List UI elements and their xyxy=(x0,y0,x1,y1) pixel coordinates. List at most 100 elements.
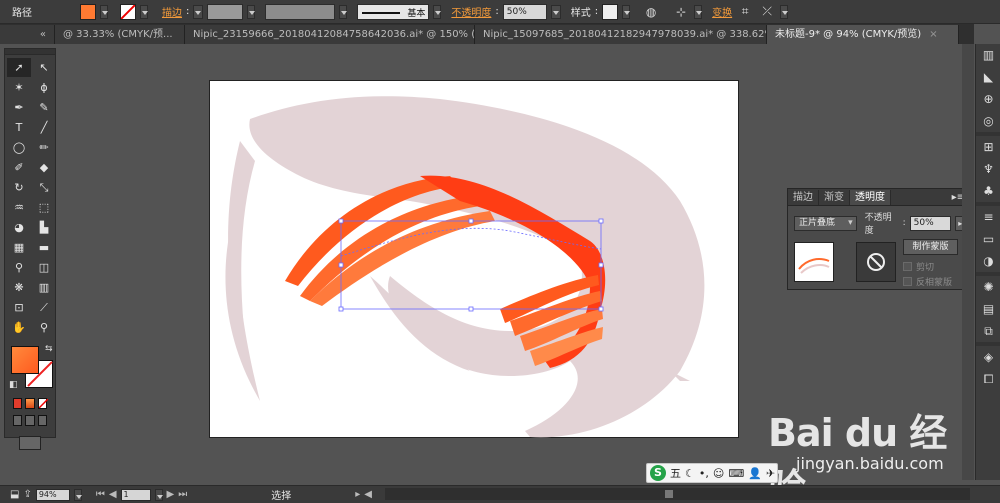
variable-width-profile[interactable] xyxy=(265,3,336,20)
next-artboard-icon[interactable]: ▶ xyxy=(167,489,175,500)
free-transform-tool-icon[interactable]: ⬚ xyxy=(32,198,56,217)
make-mask-button[interactable]: 制作蒙版 xyxy=(903,239,958,255)
eyedropper-tool-icon[interactable]: ⚲ xyxy=(7,258,31,277)
clip-checkbox[interactable]: 剪切 xyxy=(903,260,934,273)
direct-selection-tool-icon[interactable]: ↖ xyxy=(32,58,56,77)
view-icon[interactable]: ⬓ xyxy=(10,489,19,500)
first-artboard-icon[interactable]: ⏮ xyxy=(96,489,105,500)
lasso-tool-icon[interactable]: ϕ xyxy=(32,78,56,97)
graphic-style-swatch[interactable] xyxy=(602,3,619,20)
fill-color-swatch[interactable] xyxy=(80,3,96,20)
column-graph-tool-icon[interactable]: ▥ xyxy=(32,278,56,297)
stroke-dropdown[interactable] xyxy=(140,4,148,19)
curvature-tool-icon[interactable]: ✎ xyxy=(32,98,56,117)
pen-tool-icon[interactable]: ✒ xyxy=(7,98,31,117)
blend-tool-icon[interactable]: ◫ xyxy=(32,258,56,277)
artboard[interactable] xyxy=(210,81,738,438)
magic-wand-tool-icon[interactable]: ✶ xyxy=(7,78,31,97)
keyboard-icon[interactable]: ⌨ xyxy=(728,467,744,480)
draw-inside-icon[interactable] xyxy=(37,415,47,426)
moon-icon[interactable]: ☾ xyxy=(685,467,695,480)
ime-mode[interactable]: 五 xyxy=(670,465,681,481)
hand-tool-icon[interactable]: ✋ xyxy=(7,318,31,337)
pencil-tool-icon[interactable]: ✐ xyxy=(7,158,31,177)
opacity-dropdown[interactable] xyxy=(550,4,561,19)
tab-gradient[interactable]: 渐变 xyxy=(819,190,850,205)
default-colors-icon[interactable]: ◧ xyxy=(9,380,18,390)
scale-tool-icon[interactable]: ⤡ xyxy=(32,178,56,197)
align-dropdown[interactable] xyxy=(694,4,703,19)
color-guide-icon[interactable]: ◣ xyxy=(976,66,1000,88)
appearance-panel-icon[interactable]: ◎ xyxy=(976,110,1000,132)
none-mode-button[interactable] xyxy=(37,398,48,409)
blend-mode-select[interactable]: 正片叠底 xyxy=(794,215,857,231)
type-tool-icon[interactable]: T xyxy=(7,118,31,137)
prev-artboard-icon[interactable]: ◀ xyxy=(109,489,117,500)
paintbrush-tool-icon[interactable]: ✏ xyxy=(32,138,56,157)
zoom-dropdown[interactable] xyxy=(73,488,82,501)
close-icon[interactable]: × xyxy=(929,29,937,40)
tab-scroll-left[interactable]: « xyxy=(0,25,55,44)
opacity-input[interactable]: 50% xyxy=(909,215,952,231)
export-icon[interactable]: ⇪ xyxy=(23,489,31,500)
profile-dropdown[interactable] xyxy=(339,4,348,19)
document-tab-4[interactable]: 未标题-9* @ 94% (CMYK/预览) × xyxy=(767,25,959,44)
stroke-weight-dropdown[interactable] xyxy=(247,4,256,19)
gradient-tool-icon[interactable]: ▬ xyxy=(32,238,56,257)
perspective-grid-tool-icon[interactable]: ▙ xyxy=(32,218,56,237)
shape-builder-tool-icon[interactable]: ◕ xyxy=(7,218,31,237)
gradient-mode-button[interactable] xyxy=(25,398,35,409)
graphic-styles-icon[interactable]: ✺ xyxy=(976,276,1000,298)
artboard-dropdown[interactable] xyxy=(154,488,163,501)
emoji-icon[interactable]: ☺ xyxy=(713,467,724,480)
scroll-thumb[interactable] xyxy=(665,490,673,498)
artboard-tool-icon[interactable]: ⊡ xyxy=(7,298,31,317)
stroke-weight-field[interactable] xyxy=(207,3,244,20)
layers-panel-icon[interactable]: ◈ xyxy=(976,346,1000,368)
invert-mask-checkbox[interactable]: 反相蒙版 xyxy=(903,275,952,288)
more-options-dropdown[interactable] xyxy=(780,4,789,19)
stroke-weight-stepper[interactable] xyxy=(193,4,204,19)
screen-mode-icon[interactable] xyxy=(19,436,41,450)
swatches-panel-icon[interactable]: ⊕ xyxy=(976,88,1000,110)
opacity-field[interactable]: 50% xyxy=(502,3,547,20)
symbols-panel-icon[interactable]: ♣ xyxy=(976,180,1000,202)
zoom-tool-icon[interactable]: ⚲ xyxy=(32,318,56,337)
punctuation-icon[interactable]: •, xyxy=(699,467,709,480)
document-tab-2[interactable]: Nipic_23159666_20180412084758642036.ai* … xyxy=(185,25,475,44)
stroke-panel-icon[interactable]: ≡ xyxy=(976,206,1000,228)
tab-stroke[interactable]: 描边 xyxy=(788,190,819,205)
slice-tool-icon[interactable]: ⟋ xyxy=(32,298,56,317)
document-tab-3[interactable]: Nipic_15097685_20180412182947978039.ai* … xyxy=(475,25,767,44)
eraser-tool-icon[interactable]: ◆ xyxy=(32,158,56,177)
tools-icon[interactable]: ✈ xyxy=(766,467,775,480)
warp-tool-icon[interactable]: ♒ xyxy=(7,198,31,217)
draw-behind-icon[interactable] xyxy=(25,415,35,426)
artboard-number-field[interactable]: 1 xyxy=(120,488,151,501)
horizontal-scrollbar[interactable] xyxy=(385,488,970,500)
recolor-artwork-icon[interactable]: ◍ xyxy=(642,3,660,21)
swap-icon[interactable]: ⇆ xyxy=(45,344,53,354)
brush-dropdown[interactable] xyxy=(433,4,442,19)
artboards-panel-icon[interactable]: ⧠ xyxy=(976,368,1000,390)
last-artboard-icon[interactable]: ⏭ xyxy=(178,489,187,500)
tab-transparency[interactable]: 透明度 xyxy=(850,190,891,205)
user-icon[interactable]: 👤 xyxy=(748,467,762,480)
isolate-icon[interactable]: ⌗ xyxy=(736,3,754,21)
document-tab-1[interactable]: @ 33.33% (CMYK/预... xyxy=(55,25,185,44)
align-panel-icon[interactable]: ▤ xyxy=(976,298,1000,320)
zoom-field[interactable]: 94% xyxy=(35,488,70,501)
color-panel-icon[interactable]: ▥ xyxy=(976,44,1000,66)
stroke-label[interactable]: 描边 xyxy=(162,4,182,19)
artwork[interactable] xyxy=(210,81,738,438)
mesh-tool-icon[interactable]: ▦ xyxy=(7,238,31,257)
transform-again-icon[interactable]: ⤫ xyxy=(758,3,776,21)
gradient-panel-icon[interactable]: ▭ xyxy=(976,228,1000,250)
brushes-panel-icon[interactable]: ♆ xyxy=(976,158,1000,180)
mask-thumbnail[interactable] xyxy=(856,242,896,282)
ellipse-tool-icon[interactable]: ◯ xyxy=(7,138,31,157)
line-tool-icon[interactable]: ╱ xyxy=(32,118,56,137)
rotate-tool-icon[interactable]: ↻ xyxy=(7,178,31,197)
scroll-left-icon[interactable]: ◀ xyxy=(364,489,372,500)
status-menu-icon[interactable]: ▸ xyxy=(355,489,360,500)
